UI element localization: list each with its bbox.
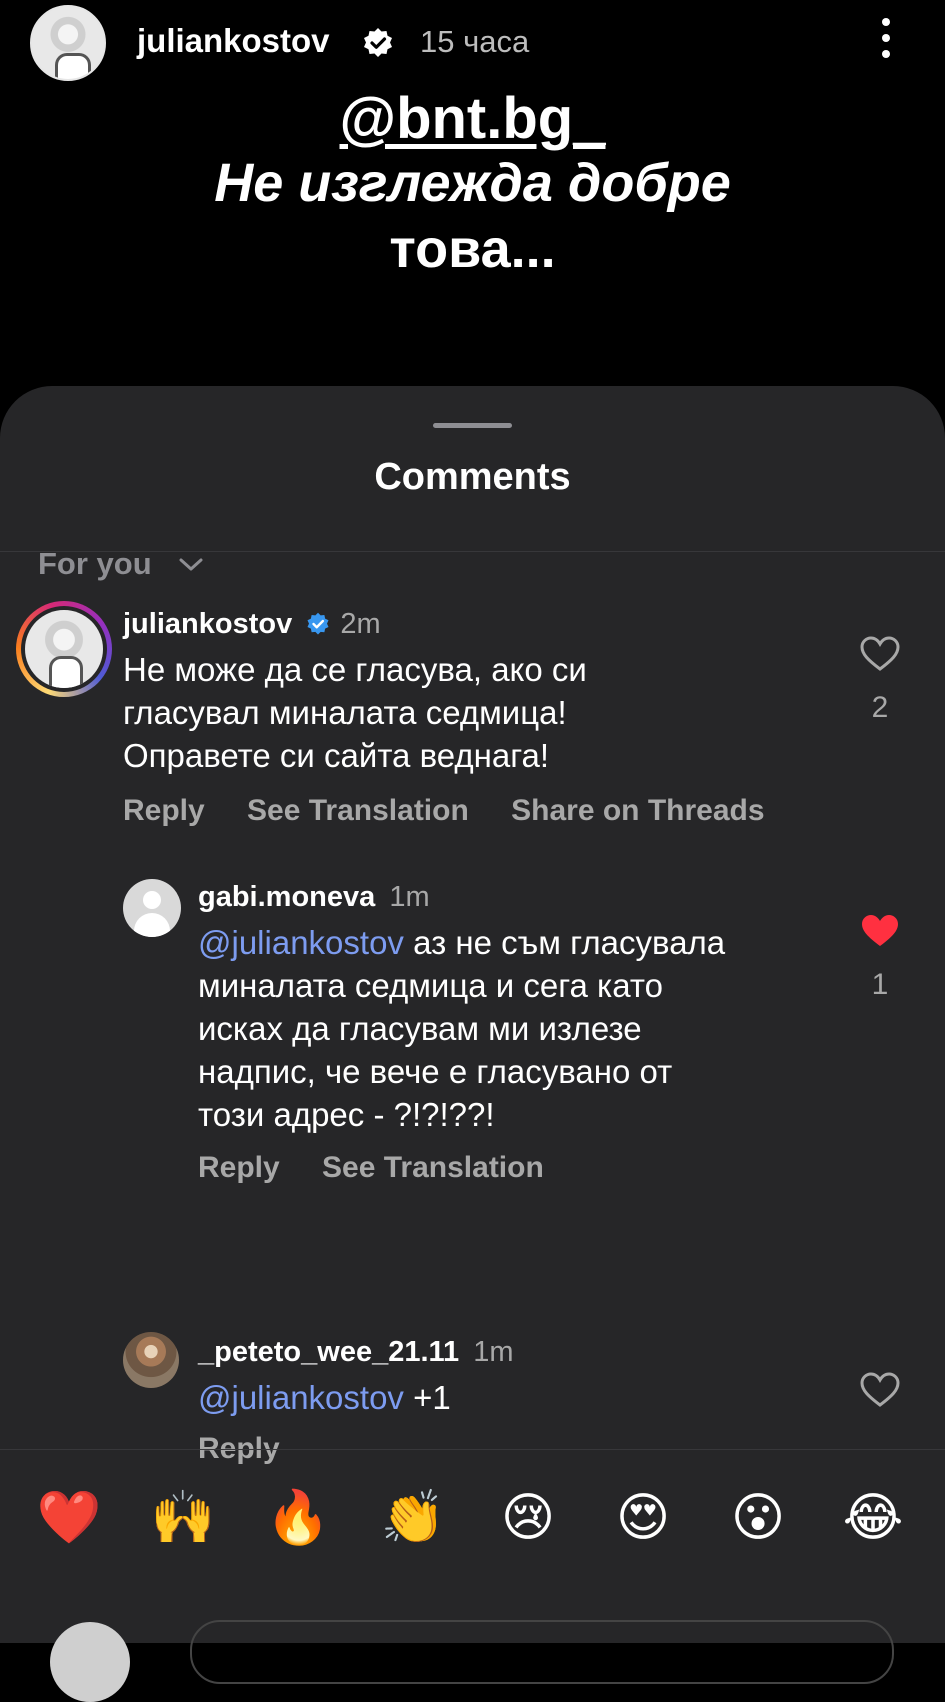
comment-time: 1m <box>473 1336 514 1368</box>
avatar[interactable] <box>16 601 112 697</box>
reply-button[interactable]: Reply <box>123 794 205 827</box>
like-count: 2 <box>871 691 889 724</box>
emoji-reaction-bar: ❤️ 🙌 🔥 👏 😢 😍 😮 😂 <box>0 1458 945 1578</box>
username-text[interactable]: juliankostov <box>123 608 292 640</box>
comment-line: исках да гласувам ми излезе <box>198 1010 642 1047</box>
avatar[interactable] <box>123 1332 179 1388</box>
comment-item: juliankostov 2m Не може да се гласува, а… <box>0 596 945 836</box>
emoji-heart-button[interactable]: ❤️ <box>34 1458 104 1578</box>
comment-line: Не може да се гласува, ако си <box>123 651 587 688</box>
comments-sheet: Comments For you juliankostov 2m Не може… <box>0 386 945 1643</box>
like-count: 1 <box>871 968 889 1001</box>
drag-handle[interactable] <box>433 423 512 428</box>
see-translation-button[interactable]: See Translation <box>247 794 469 827</box>
story-header: juliankostov 15 часа <box>0 0 945 92</box>
username-text[interactable]: gabi.moneva <box>198 881 375 913</box>
comment-line-text: +1 <box>403 1379 451 1416</box>
heart-outline-icon[interactable] <box>860 636 900 672</box>
chevron-down-icon[interactable] <box>178 556 204 574</box>
story-mention-sticker[interactable]: @bnt.bg_ <box>0 85 945 152</box>
comment-line-text: аз не съм гласувала <box>403 924 726 961</box>
comment-username[interactable]: juliankostov 2m <box>123 608 381 641</box>
share-on-threads-button[interactable]: Share on Threads <box>511 794 764 827</box>
mention-link[interactable]: @juliankostov <box>198 1379 404 1416</box>
comment-actions: Reply See Translation <box>198 1151 578 1185</box>
reply-button[interactable]: Reply <box>198 1151 280 1184</box>
emoji-clap-button[interactable]: 👏 <box>378 1458 448 1578</box>
story-avatar[interactable] <box>30 5 106 81</box>
like-column <box>850 1372 910 1413</box>
more-options-icon[interactable] <box>880 18 892 64</box>
avatar[interactable] <box>123 879 181 937</box>
composer-avatar <box>50 1622 130 1702</box>
comment-line: надпис, че вече е гласувано от <box>198 1053 673 1090</box>
like-column: 1 <box>850 913 910 1002</box>
comment-time: 2m <box>340 608 381 640</box>
filter-dropdown[interactable]: For you <box>38 546 152 582</box>
comment-text: Не може да се гласува, ако си гласувал м… <box>123 648 803 777</box>
comment-actions: Reply See Translation Share on Threads <box>123 794 799 828</box>
heart-filled-icon[interactable] <box>860 913 900 949</box>
emoji-crying-button[interactable]: 😢 <box>493 1458 563 1578</box>
comment-username[interactable]: gabi.moneva 1m <box>198 881 430 914</box>
comment-text: @juliankostov +1 <box>198 1376 798 1419</box>
verified-icon <box>364 28 392 57</box>
story-caption-line2: това... <box>389 219 556 279</box>
story-username[interactable]: juliankostov <box>137 22 330 60</box>
emoji-laughing-button[interactable]: 😂 <box>838 1458 908 1578</box>
comment-line: миналата седмица и сега като <box>198 967 663 1004</box>
like-column: 2 <box>850 636 910 725</box>
verified-icon <box>307 612 329 635</box>
comment-line: гласувал миналата седмица! <box>123 694 567 731</box>
story-caption: Не изглежда добре това... <box>0 150 945 282</box>
see-translation-button[interactable]: See Translation <box>322 1151 544 1184</box>
comment-line: този адрес - ?!?!??! <box>198 1096 495 1133</box>
comment-username[interactable]: _peteto_wee_21.11 1m <box>198 1336 514 1369</box>
story-time: 15 часа <box>420 24 530 59</box>
comment-text: @juliankostov аз не съм гласувала минала… <box>198 921 828 1136</box>
comment-input[interactable] <box>190 1620 894 1684</box>
username-text[interactable]: _peteto_wee_21.11 <box>198 1336 459 1368</box>
emoji-raised-hands-button[interactable]: 🙌 <box>148 1458 218 1578</box>
comment-time: 1m <box>389 881 430 913</box>
emoji-fire-button[interactable]: 🔥 <box>263 1458 333 1578</box>
comment-reply-item: gabi.moneva 1m @juliankostov аз не съм г… <box>0 871 945 1211</box>
divider <box>0 1449 945 1450</box>
comment-line: @juliankostov аз не съм гласувала <box>198 921 828 964</box>
mention-link[interactable]: @juliankostov <box>198 924 404 961</box>
story-caption-line1: Не изглежда добре <box>214 153 731 213</box>
emoji-heart-eyes-button[interactable]: 😍 <box>608 1458 678 1578</box>
emoji-surprised-button[interactable]: 😮 <box>723 1458 793 1578</box>
comment-line: Оправете си сайта веднага! <box>123 737 550 774</box>
sheet-title: Comments <box>374 456 571 498</box>
heart-outline-icon[interactable] <box>860 1372 900 1408</box>
